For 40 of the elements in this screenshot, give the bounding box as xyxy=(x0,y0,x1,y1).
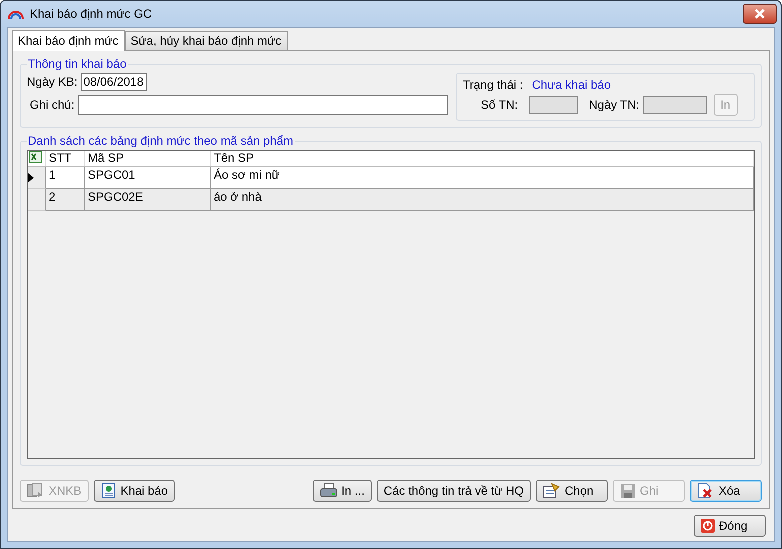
delete-button[interactable]: Xóa xyxy=(690,480,762,502)
group-title: Thông tin khai báo xyxy=(27,57,128,71)
column-header[interactable]: Mã SP xyxy=(85,151,211,166)
column-header[interactable]: Tên SP xyxy=(211,151,754,166)
field-label: Ghi chú: xyxy=(30,98,75,112)
delete-document-icon xyxy=(697,483,715,499)
printer-icon xyxy=(320,483,338,499)
table-row[interactable]: 1 SPGC01 Áo sơ mi nữ xyxy=(28,167,754,189)
number-field[interactable] xyxy=(529,96,578,114)
group-title: Danh sách các bảng định mức theo mã sản phẩm xyxy=(27,134,295,148)
close-dialog-button[interactable]: Đóng xyxy=(694,515,766,537)
status-value: Chưa khai báo xyxy=(532,78,612,92)
date-field[interactable]: 08/06/2018 xyxy=(80,73,147,91)
table-cell: áo ở nhà xyxy=(211,189,754,211)
table-cell: SPGC02E xyxy=(85,189,211,211)
info-button[interactable]: Các thông tin trả về từ HQ xyxy=(376,480,531,502)
power-icon xyxy=(701,519,715,533)
tab[interactable]: Khai báo định mức xyxy=(12,30,125,51)
close-icon xyxy=(754,9,766,19)
close-button[interactable] xyxy=(743,4,777,24)
rainbow-icon xyxy=(7,9,25,19)
column-header[interactable]: STT xyxy=(46,151,85,166)
spreadsheet-icon[interactable] xyxy=(29,151,42,163)
row-pointer-icon xyxy=(28,172,34,182)
field-label: Ngày TN: xyxy=(589,98,640,112)
note-field[interactable] xyxy=(78,95,448,115)
print-button[interactable]: In ... xyxy=(312,480,372,502)
form-icon xyxy=(543,483,561,499)
table-row[interactable]: 2 SPGC02E áo ở nhà xyxy=(28,189,754,211)
documents-icon xyxy=(27,483,45,499)
tab[interactable]: Sửa, hủy khai báo định mức xyxy=(124,31,288,50)
window-title: Khai báo định mức GC xyxy=(30,7,152,21)
table-cell: 2 xyxy=(46,189,85,211)
field-label: Trạng thái : xyxy=(463,78,524,92)
field-label: Ngày KB: xyxy=(27,75,78,89)
declare-button[interactable]: Khai báo xyxy=(94,480,176,502)
date-field[interactable] xyxy=(642,96,707,114)
choose-button[interactable]: Chọn xyxy=(536,480,608,502)
field-label: Số TN: xyxy=(481,98,518,112)
document-icon xyxy=(100,483,117,499)
